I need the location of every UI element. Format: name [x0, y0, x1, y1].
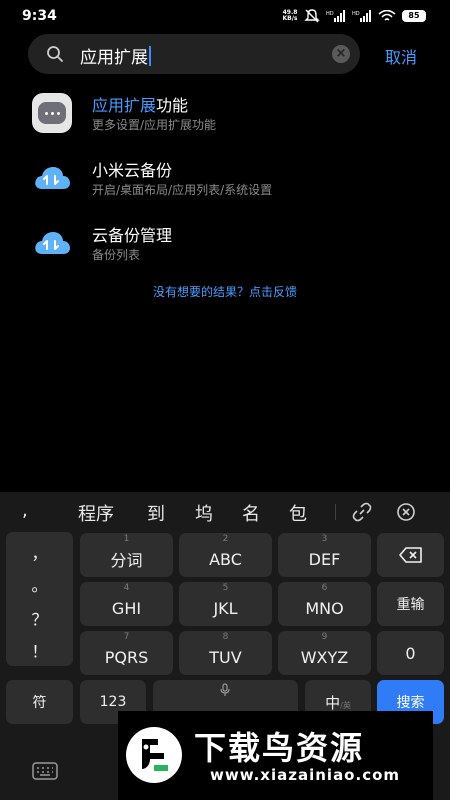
search-row: 应用扩展 × 取消 [0, 34, 450, 74]
result-subtitle: 更多设置/应用扩展功能 [92, 118, 217, 132]
signal-2-icon: HD [352, 10, 371, 22]
cloud-sync-icon [35, 232, 70, 254]
candidate-5[interactable]: 包 [289, 500, 307, 526]
result-title: 小米云备份 [92, 161, 173, 180]
bird-logo-icon [126, 727, 182, 783]
key-zero[interactable]: 0 [377, 631, 444, 675]
punct-period[interactable]: 。 [6, 572, 73, 596]
search-input[interactable]: 应用扩展 × [28, 34, 360, 74]
svg-text:HD: HD [326, 11, 334, 17]
cloud-sync-icon [35, 167, 70, 189]
result-title: 应用扩展功能 [92, 96, 189, 115]
key-pqrs[interactable]: 7 PQRS [80, 631, 173, 675]
search-query-text: 应用扩展 [80, 43, 151, 68]
candidate-2[interactable]: 到 [147, 500, 165, 526]
feedback-link[interactable]: 没有想要的结果？点击反馈 [0, 283, 450, 300]
svg-text:HD: HD [352, 11, 360, 17]
text-caret [149, 46, 151, 66]
candidate-bar: , 程序 到 坞 名 包 [0, 492, 450, 530]
backspace-button[interactable] [377, 533, 444, 577]
key-abc[interactable]: 2 ABC [179, 533, 272, 577]
mute-bell-icon [304, 9, 320, 23]
key-jkl[interactable]: 5 JKL [179, 582, 272, 626]
battery-indicator: 85 [402, 10, 426, 22]
watermark-url: www.xiazainiao.com [210, 766, 401, 784]
candidate-comma[interactable]: , [22, 500, 28, 521]
watermark: 下载鸟资源 www.xiazainiao.com [118, 711, 433, 800]
key-def[interactable]: 3 DEF [278, 533, 371, 577]
result-subtitle: 备份列表 [92, 248, 141, 262]
link-icon[interactable] [352, 502, 372, 522]
punctuation-column[interactable]: ， 。 ？ ！ [6, 532, 73, 666]
key-mno[interactable]: 6 MNO [278, 582, 371, 626]
close-circle-icon[interactable]: × [332, 45, 350, 63]
result-item-cloud-backup-management[interactable]: 云备份管理 备份列表 [0, 215, 450, 271]
close-circle-icon[interactable] [396, 502, 416, 522]
status-icons: 49.8 KB/s HD HD 85 [282, 9, 426, 23]
status-time: 9:34 [22, 8, 57, 24]
retype-button[interactable]: 重输 [377, 582, 444, 626]
punct-question[interactable]: ？ [6, 606, 73, 630]
result-item-mi-cloud-backup[interactable]: 小米云备份 开启/桌面布局/应用列表/系统设置 [0, 150, 450, 206]
candidate-3[interactable]: 坞 [195, 500, 213, 526]
result-title: 云备份管理 [92, 226, 173, 245]
punct-comma[interactable]: ， [6, 540, 73, 564]
key-fenci[interactable]: 1 分词 [80, 533, 173, 577]
watermark-title: 下载鸟资源 [194, 729, 365, 767]
result-item-app-extension[interactable]: 应用扩展功能 更多设置/应用扩展功能 [0, 85, 450, 141]
status-bar: 9:34 49.8 KB/s HD HD 85 [0, 0, 450, 32]
punct-exclamation[interactable]: ！ [6, 638, 73, 662]
candidate-1[interactable]: 程序 [78, 500, 114, 526]
keyboard-toggle-icon[interactable] [32, 762, 58, 780]
key-wxyz[interactable]: 9 WXYZ [278, 631, 371, 675]
more-dots-icon [32, 93, 72, 133]
symbols-key[interactable]: 符 [6, 680, 73, 724]
network-speed: 49.8 KB/s [282, 9, 298, 22]
key-ghi[interactable]: 4 GHI [80, 582, 173, 626]
signal-1-icon: HD [326, 10, 345, 22]
microphone-icon [220, 683, 230, 696]
divider [335, 504, 336, 520]
wifi-icon [378, 9, 396, 21]
key-tuv[interactable]: 8 TUV [179, 631, 272, 675]
backspace-icon [398, 547, 422, 563]
search-icon [47, 46, 63, 62]
candidate-4[interactable]: 名 [242, 500, 260, 526]
result-subtitle: 开启/桌面布局/应用列表/系统设置 [92, 183, 273, 197]
cancel-button[interactable]: 取消 [385, 44, 417, 68]
